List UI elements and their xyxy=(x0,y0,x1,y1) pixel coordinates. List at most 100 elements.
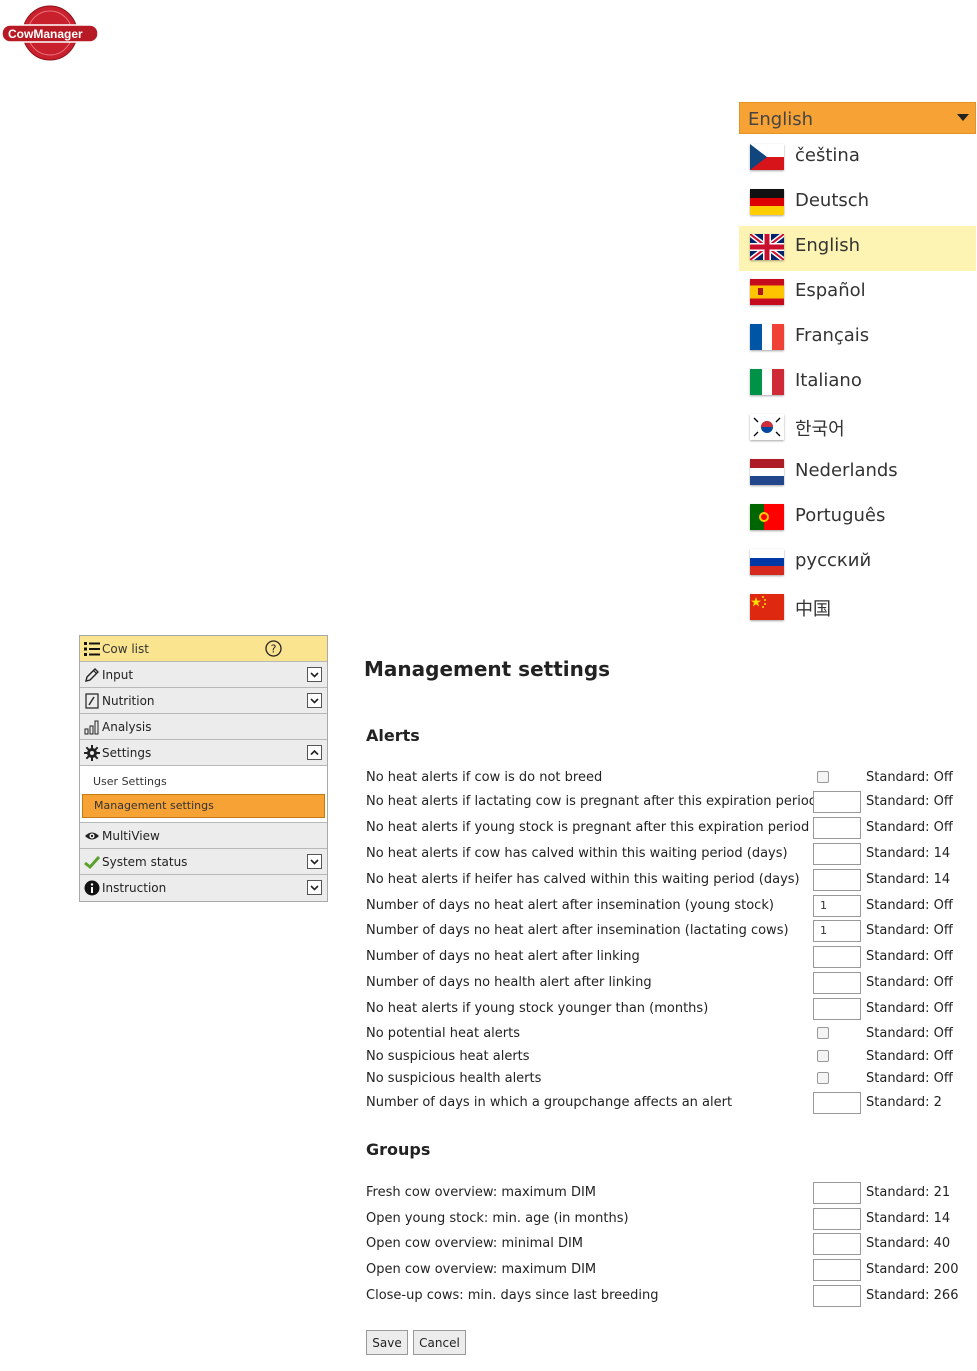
setting-checkbox[interactable] xyxy=(817,771,829,783)
language-option-portuguese[interactable]: Português xyxy=(739,496,976,541)
setting-input[interactable] xyxy=(813,972,861,994)
setting-label: Number of days no heat alert after linki… xyxy=(366,949,640,964)
setting-standard: Standard: Off xyxy=(866,1001,953,1016)
setting-standard: Standard: 14 xyxy=(866,1211,951,1226)
language-option-russian[interactable]: русский xyxy=(739,541,976,586)
save-button[interactable]: Save xyxy=(366,1330,408,1355)
setting-label: Fresh cow overview: maximum DIM xyxy=(366,1185,597,1200)
language-select-value: English xyxy=(748,109,813,130)
czech-flag-icon xyxy=(750,144,784,170)
language-select[interactable]: English xyxy=(739,102,976,134)
language-option-label: русский xyxy=(795,550,872,571)
sidebar-item-nutrition[interactable]: Nutrition xyxy=(80,688,327,714)
collapse-toggle-icon[interactable] xyxy=(307,745,322,760)
setting-standard: Standard: 40 xyxy=(866,1236,951,1251)
language-option-label: Nederlands xyxy=(795,460,898,481)
sidebar-item-label: Analysis xyxy=(102,720,152,734)
setting-input[interactable]: 1 xyxy=(813,895,861,917)
setting-label: No heat alerts if lactating cow is pregn… xyxy=(366,794,818,809)
pencil-icon xyxy=(84,667,100,683)
setting-input[interactable] xyxy=(813,946,861,968)
chinese-flag-icon xyxy=(750,594,784,620)
sidebar-item-analysis[interactable]: Analysis xyxy=(80,714,327,740)
checkmark-icon xyxy=(84,854,100,870)
setting-standard: Standard: Off xyxy=(866,1049,953,1064)
setting-label: No heat alerts if cow is do not breed xyxy=(366,770,603,785)
logo-text: CowManager xyxy=(8,27,83,41)
setting-input[interactable] xyxy=(813,843,861,865)
setting-label: Open cow overview: maximum DIM xyxy=(366,1262,597,1277)
language-option-english[interactable]: English xyxy=(739,226,976,271)
setting-label: No suspicious health alerts xyxy=(366,1071,542,1086)
language-option-label: English xyxy=(795,235,860,256)
portuguese-flag-icon xyxy=(750,504,784,530)
language-option-label: 中国 xyxy=(795,599,831,620)
setting-label: Number of days in which a groupchange af… xyxy=(366,1095,733,1110)
setting-input[interactable] xyxy=(813,1182,861,1204)
language-option-french[interactable]: Français xyxy=(739,316,976,361)
language-option-chinese[interactable]: 中国 xyxy=(739,586,976,631)
sidebar-item-label: Settings xyxy=(102,746,152,760)
setting-standard: Standard: Off xyxy=(866,794,953,809)
german-flag-icon xyxy=(750,189,784,215)
sidebar-item-input[interactable]: Input xyxy=(80,662,327,688)
setting-label: No heat alerts if cow has calved within … xyxy=(366,846,788,861)
setting-input[interactable] xyxy=(813,1259,861,1281)
setting-input[interactable] xyxy=(813,1092,861,1114)
setting-label: No heat alerts if heifer has calved with… xyxy=(366,872,800,887)
italian-flag-icon xyxy=(750,369,784,395)
setting-checkbox[interactable] xyxy=(817,1050,829,1062)
setting-standard: Standard: Off xyxy=(866,1026,953,1041)
setting-input[interactable] xyxy=(813,869,861,891)
help-icon[interactable]: ? xyxy=(265,640,282,657)
setting-checkbox[interactable] xyxy=(817,1027,829,1039)
setting-input[interactable] xyxy=(813,1233,861,1255)
language-option-label: Español xyxy=(795,280,866,301)
groups-section-title: Groups xyxy=(366,1140,431,1159)
language-option-korean[interactable]: 한국어 xyxy=(739,406,976,451)
setting-label: Number of days no heat alert after insem… xyxy=(366,923,789,938)
sidebar-subitem-management-settings[interactable]: Management settings xyxy=(82,794,325,818)
setting-standard: Standard: 14 xyxy=(866,872,951,887)
gear-icon xyxy=(84,745,100,761)
chevron-down-icon xyxy=(957,114,969,121)
setting-input[interactable] xyxy=(813,1285,861,1307)
setting-input[interactable]: 1 xyxy=(813,920,861,942)
settings-submenu: User Settings Management settings xyxy=(80,766,327,823)
expand-toggle-icon[interactable] xyxy=(307,854,322,869)
language-option-label: Português xyxy=(795,505,886,526)
setting-input[interactable] xyxy=(813,817,861,839)
language-option-dutch[interactable]: Nederlands xyxy=(739,451,976,496)
bar-chart-icon xyxy=(84,719,100,735)
setting-checkbox[interactable] xyxy=(817,1072,829,1084)
expand-toggle-icon[interactable] xyxy=(307,693,322,708)
language-option-label: Français xyxy=(795,325,870,346)
language-list: čeština Deutsch English Español Français… xyxy=(739,136,976,631)
expand-toggle-icon[interactable] xyxy=(307,880,322,895)
language-option-label: 한국어 xyxy=(795,419,845,440)
language-option-czech[interactable]: čeština xyxy=(739,136,976,181)
setting-standard: Standard: 2 xyxy=(866,1095,942,1110)
sidebar-item-cow-list[interactable]: Cow list ? xyxy=(80,636,327,662)
french-flag-icon xyxy=(750,324,784,350)
eye-icon xyxy=(84,828,100,844)
language-option-spanish[interactable]: Español xyxy=(739,271,976,316)
sidebar-item-system-status[interactable]: System status xyxy=(80,849,327,875)
sidebar-item-multiview[interactable]: MultiView xyxy=(80,823,327,849)
russian-flag-icon xyxy=(750,549,784,575)
expand-toggle-icon[interactable] xyxy=(307,667,322,682)
sidebar-item-settings[interactable]: Settings xyxy=(80,740,327,766)
uk-flag-icon xyxy=(750,234,784,260)
alerts-section-title: Alerts xyxy=(366,726,420,745)
korean-flag-icon xyxy=(750,414,784,440)
cancel-button[interactable]: Cancel xyxy=(413,1330,466,1355)
sidebar-subitem-user-settings[interactable]: User Settings xyxy=(82,770,325,794)
sidebar-item-label: Nutrition xyxy=(102,694,155,708)
setting-label: Open young stock: min. age (in months) xyxy=(366,1211,629,1226)
setting-input[interactable] xyxy=(813,1208,861,1230)
language-option-german[interactable]: Deutsch xyxy=(739,181,976,226)
setting-input[interactable] xyxy=(813,998,861,1020)
setting-input[interactable] xyxy=(813,791,861,813)
sidebar-item-instruction[interactable]: Instruction xyxy=(80,875,327,901)
language-option-italian[interactable]: Italiano xyxy=(739,361,976,406)
